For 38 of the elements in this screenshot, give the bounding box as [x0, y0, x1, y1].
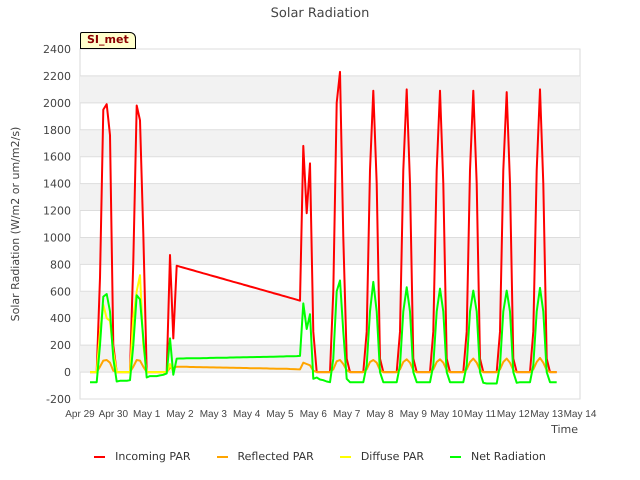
legend-label: Reflected PAR [238, 449, 314, 465]
x-tick-label: Apr 30 [98, 409, 128, 420]
x-tick-label: May 4 [233, 409, 260, 420]
x-tick-label: May 13 [530, 409, 564, 420]
x-tick-label: May 9 [400, 409, 427, 420]
y-tick-label: 800 [50, 258, 71, 272]
y-tick-label: 2000 [43, 96, 71, 110]
y-tick-label: 400 [50, 312, 71, 326]
x-tick-label: May 6 [300, 409, 327, 420]
x-tick-label: May 3 [200, 409, 227, 420]
x-tick-label: May 2 [166, 409, 194, 420]
legend-label: Incoming PAR [115, 449, 190, 465]
x-tick-label: Apr 29 [65, 409, 95, 420]
x-tick-label: May 8 [366, 409, 394, 420]
y-tick-label: 1400 [43, 178, 71, 191]
y-tick-label: 200 [50, 339, 71, 352]
x-tick-label: May 5 [266, 409, 294, 420]
x-tick-label: May 1 [133, 409, 160, 420]
x-tick-label: May 7 [333, 409, 360, 420]
x-tick-label: May 12 [496, 409, 530, 420]
y-tick-label: 600 [50, 285, 71, 298]
dataset-badge: SI_met [80, 32, 136, 49]
y-axis-title: Solar Radiation (W/m2 or um/m2/s) [9, 126, 22, 322]
x-tick-label: May 10 [430, 409, 464, 420]
legend-label: Net Radiation [471, 449, 546, 465]
x-tick-label: May 14 [564, 409, 596, 420]
y-tick-label: 2200 [43, 70, 71, 83]
y-tick-label: 0 [64, 366, 71, 380]
x-tick-label: May 11 [464, 409, 496, 420]
y-tick-label: 1200 [43, 204, 71, 218]
y-tick-label: 1000 [43, 231, 71, 244]
y-tick-label: 2400 [43, 43, 71, 56]
y-tick-label: -200 [46, 393, 71, 406]
y-tick-label: 1800 [43, 124, 71, 137]
chart-title: Solar Radiation [270, 7, 370, 20]
y-tick-label: 1600 [43, 150, 71, 164]
x-axis-title: Time [551, 423, 578, 436]
legend-label: Diffuse PAR [360, 449, 424, 465]
